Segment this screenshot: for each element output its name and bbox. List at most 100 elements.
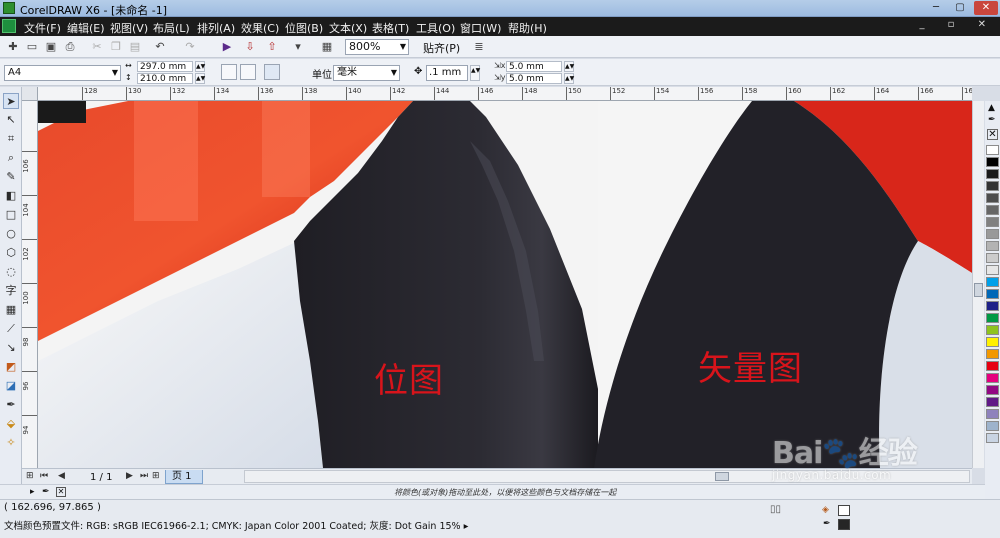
current-page-icon[interactable] [284,64,300,80]
duplicate-distance-y-field[interactable]: 5.0 mm [506,73,562,84]
close-button[interactable]: ✕ [974,1,998,15]
eyedropper-tool-icon[interactable]: ✒ [3,397,19,413]
menu-table[interactable]: 表格(T) [372,20,409,36]
menu-tools[interactable]: 工具(O) [416,20,455,36]
application-launcher-icon[interactable]: ▦ [320,40,334,54]
palette-swatch[interactable] [986,265,999,275]
palette-swatch[interactable] [986,433,999,443]
palette-scroll-up-icon[interactable]: ▲ [988,103,995,113]
duplicate-y-spinner[interactable]: ▲▼ [564,73,574,84]
menu-help[interactable]: 帮助(H) [508,20,547,36]
zoom-tool-icon[interactable]: ⌕ [3,150,19,166]
paper-type-select[interactable]: A4 ▼ [4,65,121,81]
smart-fill-tool-icon[interactable]: ◧ [3,188,19,204]
palette-swatch[interactable] [986,301,999,311]
vertical-scrollbar[interactable] [972,101,984,468]
duplicate-x-spinner[interactable]: ▲▼ [564,61,574,72]
landscape-icon[interactable] [240,64,256,80]
palette-swatch[interactable] [986,217,999,227]
eyedropper-icon[interactable]: ✒ [42,487,50,497]
eyedropper-icon[interactable]: ✒ [988,115,996,125]
menu-window[interactable]: 窗口(W) [460,20,501,36]
palette-swatch[interactable] [986,157,999,167]
palette-swatch[interactable] [986,313,999,323]
nudge-spinner[interactable]: ▲▼ [470,65,480,81]
zoom-level-select[interactable]: 800% ▼ [345,39,409,55]
color-profile-status[interactable]: 文档颜色预置文件: RGB: sRGB IEC61966-2.1; CMYK: … [4,518,468,532]
palette-swatch[interactable] [986,421,999,431]
fill-tool-icon[interactable]: ⬙ [3,416,19,432]
minimize-button[interactable]: ─ [924,1,948,15]
palette-swatch[interactable] [986,361,999,371]
palette-swatch[interactable] [986,169,999,179]
maximize-button[interactable]: ▢ [948,1,972,15]
menu-effects[interactable]: 效果(C) [241,20,279,36]
horizontal-scroll-thumb[interactable] [715,472,729,481]
vertical-ruler[interactable]: 106 104 102 100 98 96 94 [22,101,38,468]
nudge-distance-field[interactable]: .1 mm [426,65,468,81]
open-icon[interactable]: ▭ [25,40,39,54]
dimension-tool-icon[interactable]: ⟋ [3,321,19,337]
portrait-icon[interactable] [221,64,237,80]
new-document-icon[interactable]: ✚ [6,40,20,54]
width-spinner[interactable]: ▲▼ [195,61,205,72]
palette-swatch[interactable] [986,373,999,383]
palette-swatch[interactable] [986,289,999,299]
units-select[interactable]: 毫米 ▼ [333,65,400,81]
palette-swatch[interactable] [986,241,999,251]
previous-page-icon[interactable]: ◀ [58,471,65,481]
text-tool-icon[interactable]: 字 [3,283,19,299]
add-page-after-icon[interactable]: ⊞ [152,471,160,481]
copy-icon[interactable]: ❐ [109,40,123,54]
all-pages-icon[interactable] [264,64,280,80]
cut-icon[interactable]: ✂ [90,40,104,54]
palette-swatch[interactable] [986,145,999,155]
paste-icon[interactable]: ▤ [128,40,142,54]
interactive-effects-tool-icon[interactable]: ◩ [3,359,19,375]
next-page-icon[interactable]: ▶ [126,471,133,481]
palette-swatch[interactable] [986,325,999,335]
last-page-icon[interactable]: ⏭ [140,471,148,481]
menu-view[interactable]: 视图(V) [110,20,148,36]
table-tool-icon[interactable]: ▦ [3,302,19,318]
palette-swatch[interactable] [986,181,999,191]
height-spinner[interactable]: ▲▼ [195,73,205,84]
drawing-canvas[interactable]: 位图 矢量图 [38,101,972,468]
outline-color-indicator[interactable] [838,519,850,530]
pick-tool-icon[interactable]: ➤ [3,93,19,109]
page-tab[interactable]: 页 1 [165,470,203,484]
import-icon[interactable]: ⇩ [243,40,257,54]
menu-text[interactable]: 文本(X) [329,20,367,36]
palette-swatch[interactable] [986,337,999,347]
palette-swatch[interactable] [986,229,999,239]
horizontal-ruler[interactable]: 128 130 132 134 136 138 140 142 144 146 … [38,87,972,101]
palette-swatch[interactable] [986,397,999,407]
connector-tool-icon[interactable]: ↘ [3,340,19,356]
duplicate-distance-x-field[interactable]: 5.0 mm [506,61,562,72]
palette-swatch[interactable] [986,277,999,287]
menu-bitmaps[interactable]: 位图(B) [285,20,323,36]
ellipse-tool-icon[interactable]: ○ [3,226,19,242]
palette-swatch[interactable] [986,385,999,395]
redo-icon[interactable]: ↷ [183,40,197,54]
interactive-fill-tool-icon[interactable]: ✧ [3,435,19,451]
save-icon[interactable]: ▣ [44,40,58,54]
print-icon[interactable]: ⎙ [63,40,77,54]
shape-tool-icon[interactable]: ↖ [3,112,19,128]
no-color-swatch[interactable]: ✕ [987,129,998,140]
snap-to-button[interactable]: 贴齐(P) [423,40,460,56]
document-icon[interactable] [2,19,16,33]
palette-swatch[interactable] [986,193,999,203]
undo-icon[interactable]: ↶ [153,40,167,54]
options-icon[interactable]: ≣ [472,40,486,54]
first-page-icon[interactable]: ⏮ [40,471,48,481]
palette-swatch[interactable] [986,253,999,263]
document-window-controls[interactable]: _ ▫ ✕ [919,19,996,30]
menu-arrange[interactable]: 排列(A) [197,20,235,36]
basic-shapes-tool-icon[interactable]: ◌ [3,264,19,280]
menu-edit[interactable]: 编辑(E) [67,20,105,36]
export-icon[interactable]: ⇧ [265,40,279,54]
publish-pdf-icon[interactable]: ▾ [291,40,305,54]
transparency-tool-icon[interactable]: ◪ [3,378,19,394]
polygon-tool-icon[interactable]: ⬡ [3,245,19,261]
